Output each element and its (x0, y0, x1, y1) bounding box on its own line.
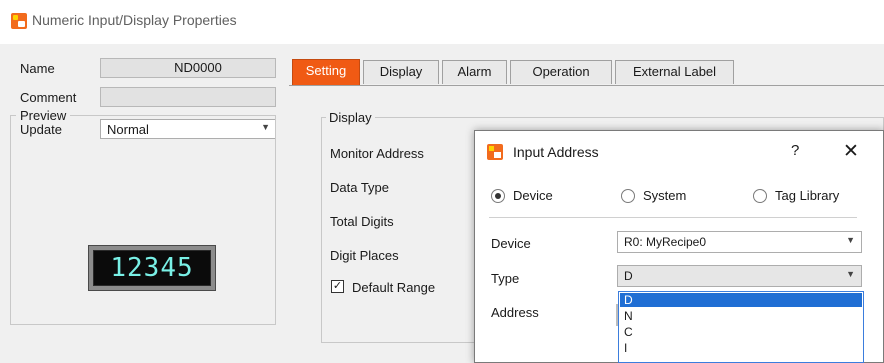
radio-system-label[interactable]: System (643, 188, 686, 203)
dialog-title: Input Address (513, 144, 599, 160)
device-label: Device (491, 236, 531, 251)
input-address-dialog: Input Address ? ✕ Device System Tag Libr… (474, 130, 884, 363)
default-range-checkbox[interactable]: ✓ (331, 280, 344, 293)
dropdown-option-n[interactable]: N (620, 309, 862, 323)
type-value: D (624, 269, 633, 283)
radio-device-label[interactable]: Device (513, 188, 553, 203)
device-select[interactable]: R0: MyRecipe0 ▼ (617, 231, 862, 253)
type-select[interactable]: D ▼ (617, 265, 862, 287)
chevron-down-icon: ▼ (846, 235, 855, 245)
device-value: R0: MyRecipe0 (624, 235, 707, 249)
dialog-divider (489, 217, 857, 218)
comment-field[interactable] (100, 87, 276, 107)
dropdown-option-i[interactable]: I (620, 341, 862, 355)
checkmark-icon: ✓ (332, 280, 343, 292)
total-digits-label: Total Digits (330, 214, 394, 229)
address-label: Address (491, 305, 539, 320)
radio-device[interactable] (491, 189, 505, 203)
preview-group (10, 115, 276, 325)
tab-display[interactable]: Display (363, 60, 439, 84)
dropdown-option-c[interactable]: C (620, 325, 862, 339)
comment-label: Comment (20, 90, 77, 105)
type-label: Type (491, 271, 520, 286)
dialog-app-icon (487, 144, 503, 160)
dropdown-option-d[interactable]: D (620, 293, 862, 307)
monitor-address-label: Monitor Address (330, 146, 424, 161)
tab-setting[interactable]: Setting (292, 59, 360, 85)
preview-label: Preview (16, 108, 71, 123)
numeric-display-preview: 12345 (88, 245, 216, 291)
display-group-title: Display (326, 110, 375, 125)
app-icon (11, 13, 27, 29)
radio-tag-library[interactable] (753, 189, 767, 203)
name-label: Name (20, 61, 55, 76)
chevron-down-icon: ▼ (846, 269, 855, 279)
tab-external-label[interactable]: External Label (615, 60, 734, 84)
help-button[interactable]: ? (791, 142, 799, 159)
name-field[interactable]: ND0000 (100, 58, 276, 78)
name-value: ND0000 (174, 60, 222, 75)
close-button[interactable]: ✕ (843, 140, 859, 163)
type-dropdown-list: D N C I (618, 291, 864, 363)
tab-operation[interactable]: Operation (510, 60, 612, 84)
tab-alarm[interactable]: Alarm (442, 60, 507, 84)
window-title: Numeric Input/Display Properties (32, 12, 237, 28)
title-bar: Numeric Input/Display Properties (0, 0, 884, 44)
digit-places-label: Digit Places (330, 248, 399, 263)
data-type-label: Data Type (330, 180, 390, 195)
preview-digits: 12345 (110, 253, 194, 283)
lcd-screen: 12345 (93, 250, 211, 286)
radio-system[interactable] (621, 189, 635, 203)
radio-tag-library-label[interactable]: Tag Library (775, 188, 839, 203)
default-range-label: Default Range (352, 280, 436, 295)
